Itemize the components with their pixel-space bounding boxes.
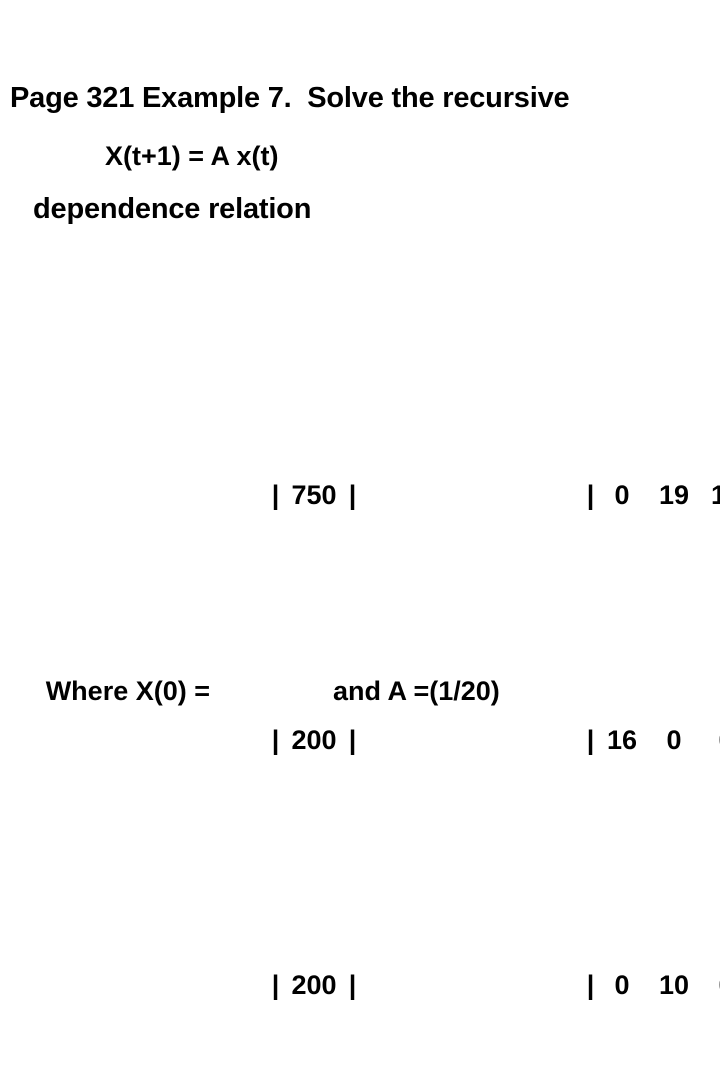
where-label: Where X(0) = <box>45 676 210 706</box>
bracket-left-icon: | <box>586 725 595 755</box>
definition-row-2: Where X(0) = |200| and A =(1/20) |1600| <box>10 667 720 755</box>
bracket-left-icon: | <box>586 480 595 510</box>
bracket-right-icon: | <box>348 480 357 510</box>
page-title-line-1: Page 321 Example 7. Solve the recursive <box>10 82 570 114</box>
matrix-cell: 12 <box>710 480 720 510</box>
matrix-cell: 16 <box>606 725 638 755</box>
matrix-cell: 0 <box>700 716 720 765</box>
bracket-right-icon: | <box>348 725 357 755</box>
vector-cell: 750 <box>291 480 337 510</box>
matrix-cell: 19 <box>658 480 690 510</box>
page-title-line-2: dependence relation <box>33 193 312 225</box>
initial-vector-row-3: | 200 | <box>210 912 357 1059</box>
definition-row-3: |200| |0100| <box>10 912 720 1000</box>
vector-cell: 200 <box>291 725 337 755</box>
bracket-left-icon: | <box>271 725 280 755</box>
matrix-a-row-1: |01912| <box>525 422 720 569</box>
matrix-cell: 0 <box>614 970 630 1000</box>
bracket-left-icon: | <box>586 970 595 1000</box>
bracket-left-icon: | <box>271 970 280 1000</box>
initial-vector-row-2: | 200 | <box>210 667 357 814</box>
definition-row-1: |750| |01912| <box>10 422 720 510</box>
definition-block: | 750 | | 0 19 12 | Where X(0) = | 200 | and A =… <box>10 226 720 1080</box>
matrix-a-row-2: |1600| <box>525 667 720 814</box>
bracket-right-icon: | <box>348 970 357 1000</box>
recursion-equation: X(t+1) = A x(t) <box>105 141 279 171</box>
slide-canvas: Page 321 Example 7. Solve the recursive … <box>0 0 720 1000</box>
matrix-cell: 0 <box>666 725 682 755</box>
matrix-cell: 0 <box>700 961 720 1010</box>
matrix-cell: 10 <box>658 970 690 1000</box>
vector-cell: 200 <box>291 970 337 1000</box>
bracket-left-icon: | <box>271 480 280 510</box>
and-matrix-label: and A =(1/20) <box>333 676 500 706</box>
initial-vector-row-1: | 750 | <box>210 422 357 569</box>
matrix-a-row-3: |0100| <box>525 912 720 1059</box>
matrix-cell: 0 <box>614 480 630 510</box>
